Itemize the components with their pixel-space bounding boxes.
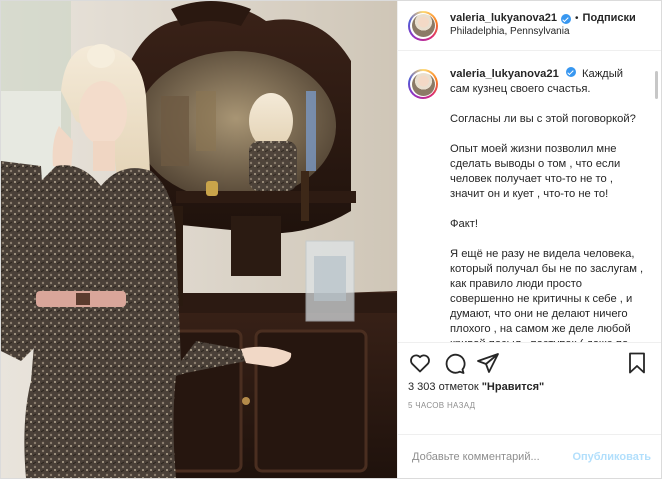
bookmark-icon[interactable] xyxy=(625,351,649,375)
following-button[interactable]: Подписки xyxy=(583,12,636,26)
caption-username[interactable]: valeria_lukyanova21 xyxy=(450,68,559,80)
separator-dot: • xyxy=(575,13,579,24)
caption-paragraph: valeria_lukyanova21 Каждый сам кузнец св… xyxy=(450,67,623,95)
heart-icon[interactable] xyxy=(408,351,432,375)
caption-paragraph: Согласны ли вы с этой поговоркой? xyxy=(450,113,636,125)
caption-avatar[interactable] xyxy=(408,69,438,99)
post-timestamp[interactable]: 5 часов назад xyxy=(408,401,649,410)
publish-button[interactable]: Опубликовать xyxy=(572,451,651,463)
location-link[interactable]: Philadelphia, Pennsylvania xyxy=(450,26,636,39)
post-photo[interactable] xyxy=(1,1,397,478)
caption-paragraph: Факт! xyxy=(450,218,478,230)
caption-paragraph: Я ещё не разу не видела человека, которы… xyxy=(450,248,644,342)
post-actions: 3 303 отметок "Нравится" 5 часов назад xyxy=(398,342,661,434)
comment-input[interactable] xyxy=(410,449,573,464)
share-icon[interactable] xyxy=(476,351,500,375)
verified-badge-icon xyxy=(561,14,572,25)
username-link[interactable]: valeria_lukyanova21 xyxy=(450,12,557,26)
post-header: valeria_lukyanova21 • Подписки Philadelp… xyxy=(398,1,661,51)
comments-scrollbar[interactable] xyxy=(655,71,658,99)
post-side-panel: valeria_lukyanova21 • Подписки Philadelp… xyxy=(397,1,661,478)
add-comment-form: Опубликовать xyxy=(398,434,661,478)
caption-paragraph: Опыт моей жизни позволил мне сделать выв… xyxy=(450,143,621,200)
verified-badge-icon xyxy=(565,67,576,77)
caption-text: valeria_lukyanova21 Каждый сам кузнец св… xyxy=(450,67,645,342)
caption: valeria_lukyanova21 Каждый сам кузнец св… xyxy=(408,67,645,342)
comment-icon[interactable] xyxy=(442,351,466,375)
likes-count[interactable]: 3 303 отметок "Нравится" xyxy=(408,381,649,393)
instagram-post-modal: valeria_lukyanova21 • Подписки Philadelp… xyxy=(0,0,662,479)
profile-avatar[interactable] xyxy=(408,10,438,41)
post-photo-illustration xyxy=(1,1,397,478)
comments-area[interactable]: valeria_lukyanova21 Каждый сам кузнец св… xyxy=(398,51,661,342)
